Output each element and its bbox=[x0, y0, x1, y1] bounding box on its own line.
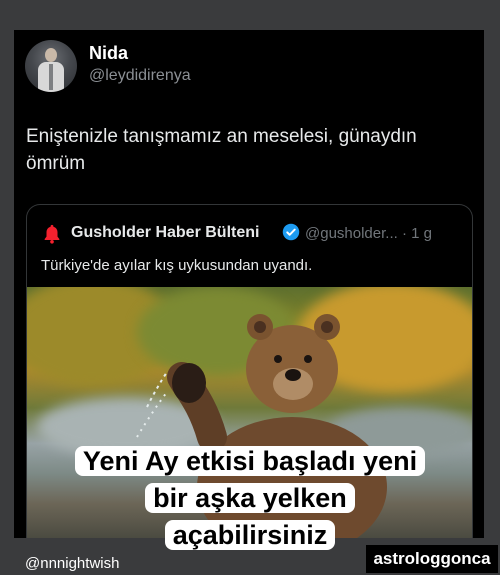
caption-line-2: bir aşka yelken bbox=[145, 483, 355, 513]
author-handle[interactable]: @leydidirenya bbox=[89, 67, 191, 85]
verified-badge-icon bbox=[282, 223, 300, 241]
avatar-head bbox=[45, 48, 57, 62]
quoted-account-name[interactable]: Gusholder Haber Bülteni bbox=[71, 224, 259, 242]
quoted-handle-time[interactable]: @gusholder... · 1 g bbox=[305, 225, 432, 242]
avatar-stripe bbox=[49, 64, 53, 90]
author-name[interactable]: Nida bbox=[89, 43, 128, 64]
tweet-text: Eniştenizle tanışmamız an meselesi, güna… bbox=[26, 126, 417, 174]
caption-line-1: Yeni Ay etkisi başladı yeni bbox=[74, 446, 426, 476]
caption-line-3: açabilirsiniz bbox=[164, 520, 336, 550]
quoted-tweet-text: Türkiye'de ayılar kış uykusundan uyandı. bbox=[41, 257, 313, 274]
footer-handle[interactable]: @nnnightwish bbox=[25, 555, 119, 572]
footer-tag[interactable]: astrologgonca bbox=[366, 545, 498, 573]
bell-icon bbox=[44, 224, 60, 244]
overlay-caption: Yeni Ay etkisi başladı yeni bir aşka yel… bbox=[50, 443, 450, 554]
author-avatar[interactable] bbox=[25, 40, 77, 92]
